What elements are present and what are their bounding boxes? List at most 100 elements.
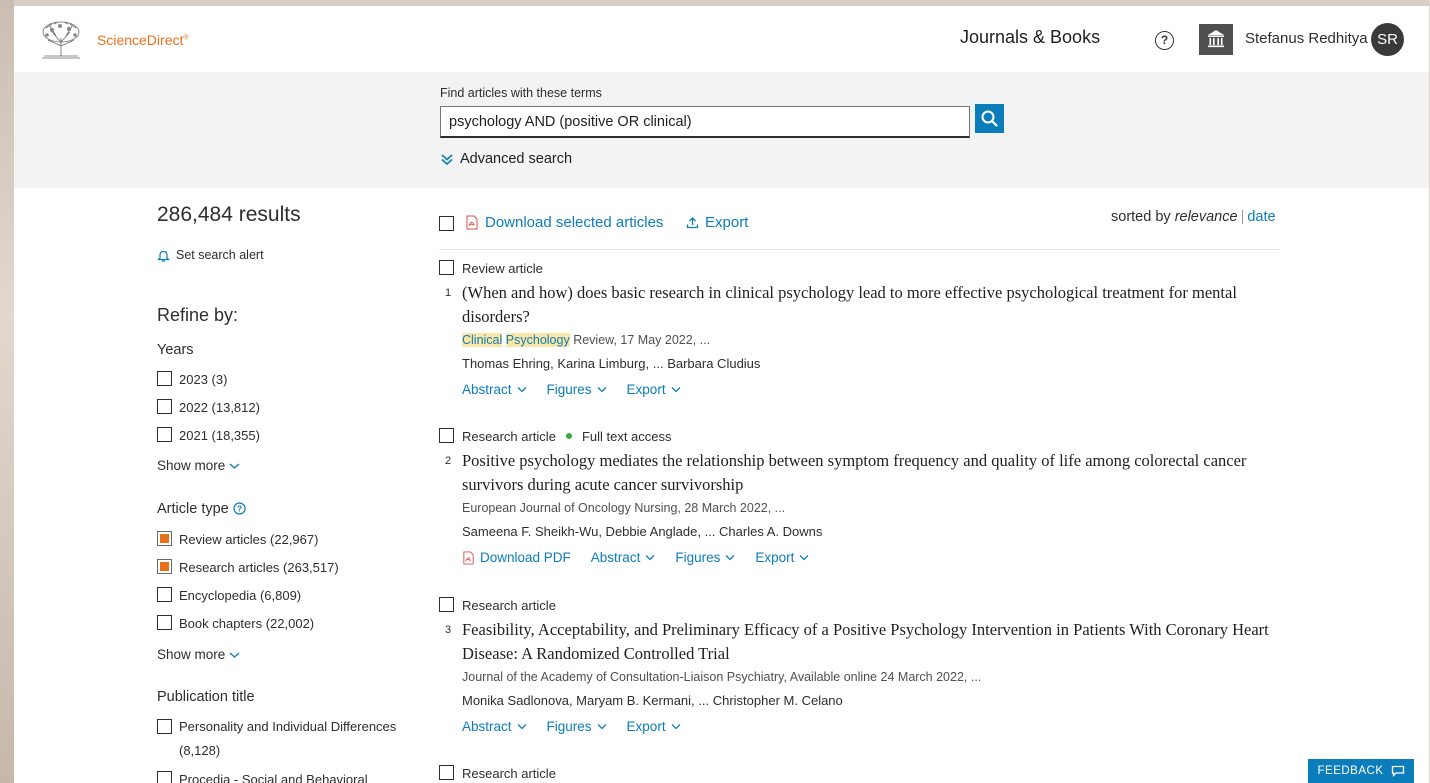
facet-label: Procedia - Social and Behavioral	[179, 772, 368, 783]
search-icon	[981, 110, 998, 127]
action-label: Export	[626, 382, 666, 397]
facet-year-2022[interactable]: 2022 (13,812)	[157, 399, 260, 415]
bell-icon	[157, 250, 170, 262]
checkbox[interactable]	[157, 371, 172, 386]
download-selected-button[interactable]: Download selected articles	[465, 214, 663, 231]
result-source[interactable]: Clinical Psychology Review, 17 May 2022,…	[462, 333, 710, 347]
export-label: Export	[705, 214, 749, 231]
export-toggle[interactable]: Export	[627, 719, 681, 734]
checkbox[interactable]	[157, 615, 172, 630]
chevron-down-icon	[597, 724, 607, 730]
action-label: Export	[755, 550, 795, 565]
action-label: Abstract	[462, 382, 512, 397]
article-type: Review article	[462, 260, 543, 276]
show-more-article-types[interactable]: Show more	[157, 647, 240, 662]
export-toggle[interactable]: Export	[755, 550, 809, 565]
result-item: Research article 3 Feasibility, Acceptab…	[439, 597, 1299, 734]
result-item: Review article 1 (When and how) does bas…	[439, 260, 1299, 397]
abstract-toggle[interactable]: Abstract	[462, 719, 527, 734]
abstract-toggle[interactable]: Abstract	[591, 550, 656, 565]
help-icon[interactable]: ?	[233, 502, 246, 515]
result-checkbox[interactable]	[439, 597, 454, 612]
sort-relevance[interactable]: relevance	[1175, 209, 1238, 225]
result-source[interactable]: European Journal of Oncology Nursing, 28…	[462, 501, 785, 515]
search-button[interactable]	[975, 104, 1004, 133]
facet-year-2021[interactable]: 2021 (18,355)	[157, 427, 260, 443]
source-rest: Review, 17 May 2022, ...	[569, 333, 711, 347]
journals-books-link[interactable]: Journals & Books	[960, 27, 1100, 48]
article-type: Research article	[462, 597, 556, 613]
facet-label: Personality and Individual Differences (…	[179, 719, 397, 758]
checkbox-checked[interactable]	[157, 559, 172, 574]
checkbox[interactable]	[157, 399, 172, 414]
result-title-link[interactable]: Positive psychology mediates the relatio…	[462, 449, 1274, 497]
result-source[interactable]: Journal of the Academy of Consultation-L…	[462, 670, 981, 684]
facet-years-title: Years	[157, 342, 194, 358]
download-pdf-link[interactable]: Download PDF	[462, 550, 571, 565]
set-search-alert-link[interactable]: Set search alert	[157, 248, 264, 262]
facet-review-articles[interactable]: Review articles (22,967)	[157, 531, 318, 547]
abstract-toggle[interactable]: Abstract	[462, 382, 527, 397]
action-label: Export	[626, 719, 666, 734]
feedback-label: FEEDBACK	[1317, 765, 1384, 777]
chevron-down-icon	[229, 652, 240, 658]
search-band: Find articles with these terms Advanced …	[14, 72, 1429, 188]
sort-date-link[interactable]: date	[1247, 209, 1275, 225]
facet-label: Research articles (263,517)	[179, 560, 339, 575]
show-more-years[interactable]: Show more	[157, 458, 240, 473]
checkbox[interactable]	[157, 587, 172, 602]
result-title-link[interactable]: (When and how) does basic research in cl…	[462, 281, 1274, 329]
background-left	[0, 0, 14, 783]
download-selected-label: Download selected articles	[485, 214, 664, 231]
institution-icon[interactable]	[1199, 24, 1233, 55]
user-name[interactable]: Stefanus Redhitya	[1245, 30, 1368, 47]
chevron-down-icon	[517, 387, 526, 393]
advanced-search-toggle[interactable]: Advanced search	[440, 151, 572, 167]
chevron-down-icon	[645, 555, 655, 561]
facet-procedia[interactable]: Procedia - Social and Behavioral	[157, 771, 368, 783]
checkbox[interactable]	[157, 771, 172, 783]
elsevier-tree-logo[interactable]	[38, 20, 84, 60]
export-toggle[interactable]: Export	[627, 382, 681, 397]
result-index: 3	[445, 624, 452, 636]
action-label: Figures	[546, 719, 592, 734]
result-type-row: Research article Full text access	[439, 428, 1299, 444]
result-checkbox[interactable]	[439, 260, 454, 275]
figures-toggle[interactable]: Figures	[547, 719, 607, 734]
checkbox[interactable]	[157, 427, 172, 442]
sort-separator: |	[1240, 209, 1245, 225]
facet-research-articles[interactable]: Research articles (263,517)	[157, 559, 339, 575]
result-type-row: Review article	[439, 260, 1299, 276]
facet-book-chapters[interactable]: Book chapters (22,002)	[157, 615, 314, 631]
chevron-down-icon	[799, 555, 809, 561]
facet-encyclopedia[interactable]: Encyclopedia (6,809)	[157, 587, 301, 603]
facet-label: 2023 (3)	[179, 372, 228, 387]
result-checkbox[interactable]	[439, 428, 454, 443]
sciencedirect-logo[interactable]: ScienceDirect®	[97, 32, 189, 48]
figures-toggle[interactable]: Figures	[547, 382, 607, 397]
question-circle-icon[interactable]: ?	[1155, 31, 1174, 50]
article-type: Research article	[462, 428, 556, 444]
select-all-checkbox[interactable]	[439, 216, 454, 231]
search-input[interactable]	[440, 106, 970, 138]
result-type-row: Research article	[439, 597, 1299, 613]
result-checkbox[interactable]	[439, 765, 454, 780]
checkbox-checked[interactable]	[157, 531, 172, 546]
chevron-down-icon	[229, 463, 240, 469]
chevron-down-icon	[517, 724, 526, 730]
download-pdf-label: Download PDF	[480, 550, 571, 565]
results-count: 286,484 results	[157, 203, 301, 226]
avatar[interactable]: SR	[1371, 23, 1404, 56]
facet-year-2023[interactable]: 2023 (3)	[157, 371, 228, 387]
facet-personality-individual-differences[interactable]: Personality and Individual Differences (…	[157, 719, 409, 763]
source-highlight: Psychology	[505, 333, 570, 347]
export-button[interactable]: Export	[686, 214, 748, 231]
feedback-button[interactable]: FEEDBACK	[1308, 759, 1414, 783]
page: ScienceDirect® Journals & Books ? Stefan…	[14, 6, 1429, 783]
checkbox[interactable]	[157, 719, 172, 734]
figures-toggle[interactable]: Figures	[675, 550, 735, 565]
result-type-row: Research article	[439, 765, 1299, 781]
article-type-title-text: Article type	[157, 501, 229, 517]
result-title-link[interactable]: Feasibility, Acceptability, and Prelimin…	[462, 618, 1274, 666]
upload-icon	[686, 217, 699, 229]
